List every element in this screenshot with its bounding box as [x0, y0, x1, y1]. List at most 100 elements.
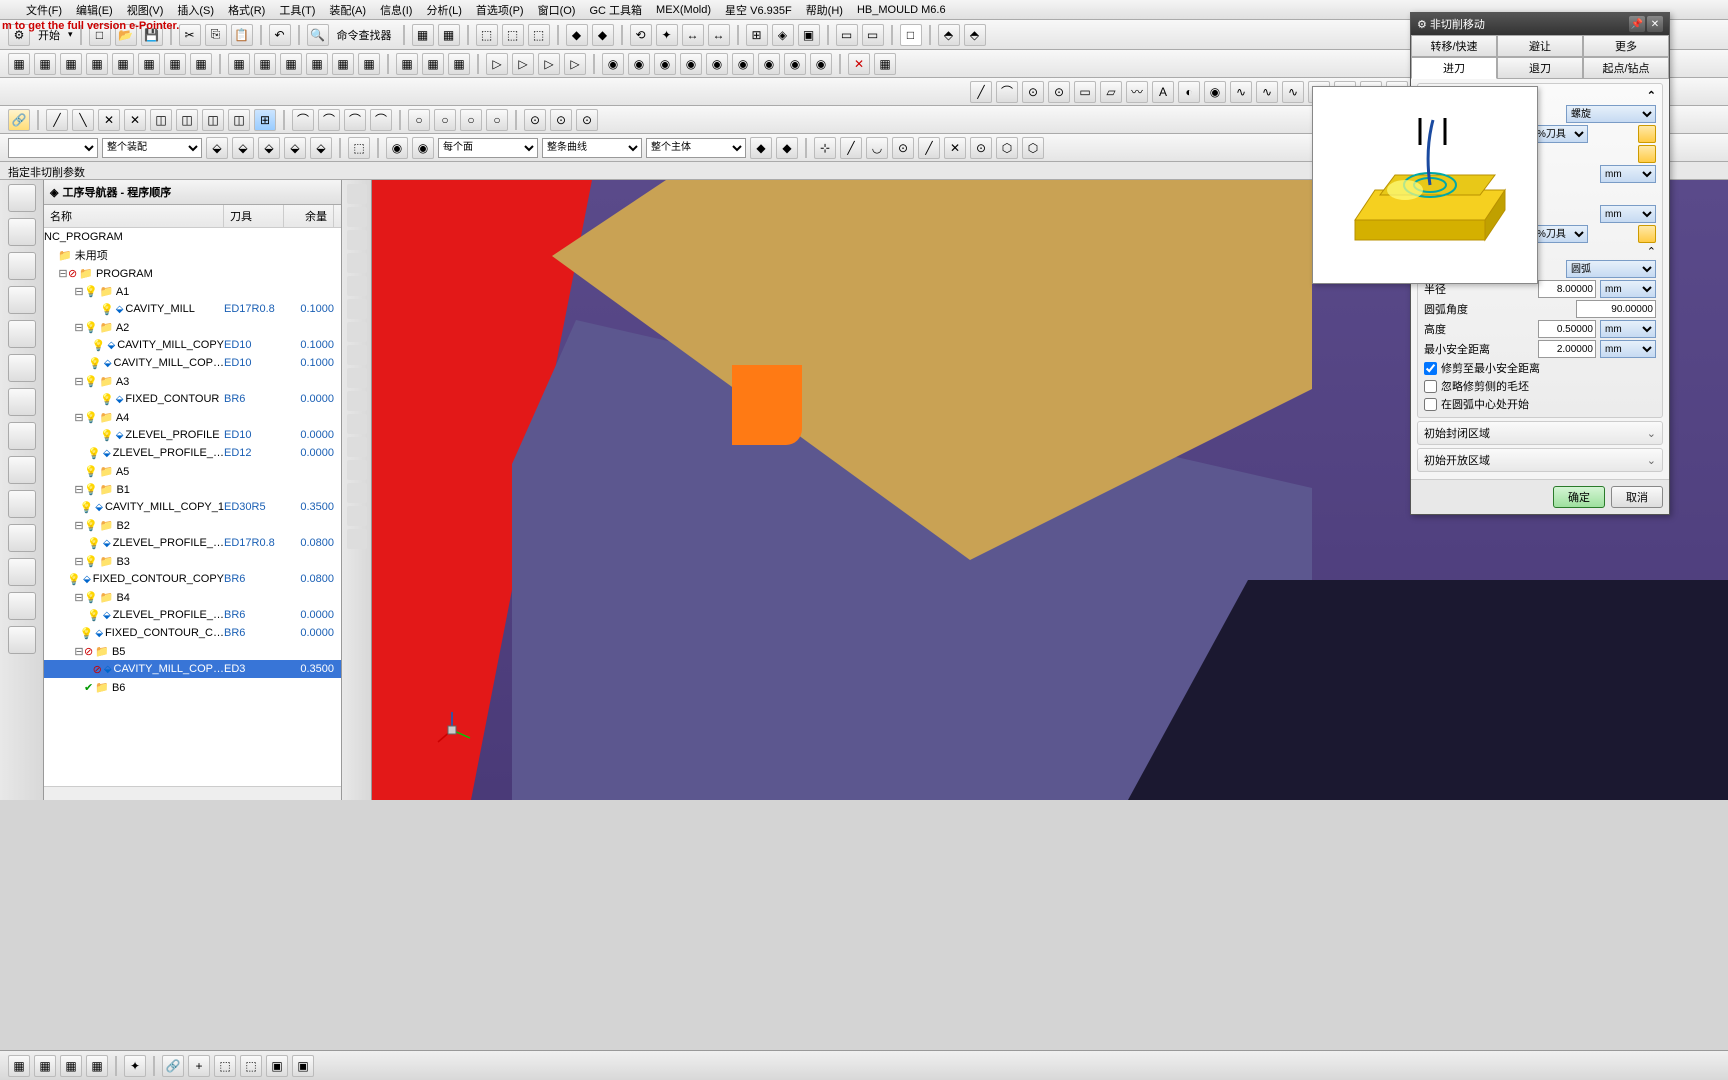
r5-12[interactable]: ╱	[840, 137, 862, 159]
dd-face[interactable]: 每个面	[438, 138, 538, 158]
r4-7[interactable]: ◫	[202, 109, 224, 131]
r2-1[interactable]: ▦	[8, 53, 30, 75]
dd-blank[interactable]	[8, 138, 98, 158]
r2-18[interactable]: ▷	[486, 53, 508, 75]
tab-engage[interactable]: 进刀	[1411, 57, 1497, 79]
tb-d1[interactable]: ⟲	[630, 24, 652, 46]
menu-mex[interactable]: MEX(Mold)	[650, 2, 717, 18]
r2-11[interactable]: ▦	[280, 53, 302, 75]
r4-16[interactable]: ○	[460, 109, 482, 131]
chk-trim[interactable]	[1424, 362, 1437, 375]
r5-18[interactable]: ⬡	[996, 137, 1018, 159]
nav-tree[interactable]: NC_PROGRAM📁 未用项⊟⊘📁 PROGRAM⊟💡📁 A1💡⬙CAVITY…	[44, 228, 341, 786]
ms-1[interactable]	[347, 184, 367, 204]
r5-11[interactable]: ⊹	[814, 137, 836, 159]
rb-6[interactable]	[8, 354, 36, 382]
dd-curve[interactable]: 整条曲线	[542, 138, 642, 158]
r4-3[interactable]: ✕	[98, 109, 120, 131]
tb-c2[interactable]: ◆	[592, 24, 614, 46]
r4-4[interactable]: ✕	[124, 109, 146, 131]
tree-root[interactable]: NC_PROGRAM	[44, 228, 341, 246]
tb-f1[interactable]: ▭	[836, 24, 858, 46]
r4-14[interactable]: ○	[408, 109, 430, 131]
tb-b2[interactable]: ⬚	[502, 24, 524, 46]
rb-1[interactable]	[8, 184, 36, 212]
r3-3[interactable]: ⊙	[1022, 81, 1044, 103]
dialog-titlebar[interactable]: ⚙ 非切削移动 📌✕	[1411, 13, 1669, 35]
tb-b3[interactable]: ⬚	[528, 24, 550, 46]
r4-1[interactable]: ╱	[46, 109, 68, 131]
r5-5[interactable]: ⬙	[310, 137, 332, 159]
inp-arcangle[interactable]	[1576, 300, 1656, 318]
r4-13[interactable]: ⌒	[370, 109, 392, 131]
unit-pct1[interactable]: %刀具	[1532, 125, 1588, 143]
cancel-button[interactable]: 取消	[1611, 486, 1663, 508]
rb-5[interactable]	[8, 320, 36, 348]
ms-10[interactable]	[347, 391, 367, 411]
tab-retract[interactable]: 退刀	[1497, 57, 1583, 79]
unit-mm3[interactable]: mm	[1600, 280, 1656, 298]
rb-7[interactable]	[8, 388, 36, 416]
r2-9[interactable]: ▦	[228, 53, 250, 75]
menu-assembly[interactable]: 装配(A)	[323, 0, 372, 20]
unit-mm4[interactable]: mm	[1600, 320, 1656, 338]
tb-f2[interactable]: ▭	[862, 24, 884, 46]
r4-11[interactable]: ⌒	[318, 109, 340, 131]
r5-4[interactable]: ⬙	[284, 137, 306, 159]
r4-20[interactable]: ⊙	[576, 109, 598, 131]
tree-row[interactable]: 💡⬙FIXED_CONTOUR_COPYBR60.0800	[44, 570, 341, 588]
r4-2[interactable]: ╲	[72, 109, 94, 131]
r5-3[interactable]: ⬙	[258, 137, 280, 159]
r4-8[interactable]: ◫	[228, 109, 250, 131]
tree-row[interactable]: 💡📁 A5	[44, 462, 341, 480]
chevron-up-icon2[interactable]: ⌃	[1647, 246, 1656, 258]
tb-e3[interactable]: ▣	[798, 24, 820, 46]
r5-9[interactable]: ◆	[750, 137, 772, 159]
nav-hscroll[interactable]	[44, 786, 341, 800]
dialog-close[interactable]: ✕	[1647, 16, 1663, 32]
r2-23[interactable]: ◉	[628, 53, 650, 75]
ms-12[interactable]	[347, 437, 367, 457]
r2-31[interactable]: ✕	[848, 53, 870, 75]
tree-row[interactable]: ⊟💡📁 A1	[44, 282, 341, 300]
ms-9[interactable]	[347, 368, 367, 388]
menu-hbmould[interactable]: HB_MOULD M6.6	[851, 2, 952, 18]
calc-icon3[interactable]	[1638, 225, 1656, 243]
ms-5[interactable]	[347, 276, 367, 296]
tree-row[interactable]: ⊟💡📁 B3	[44, 552, 341, 570]
bb-5[interactable]: ✦	[124, 1055, 146, 1077]
rb-11[interactable]	[8, 524, 36, 552]
rb-9[interactable]	[8, 456, 36, 484]
menu-format[interactable]: 格式(R)	[222, 0, 271, 20]
tb-undo[interactable]: ↶	[269, 24, 291, 46]
r3-1[interactable]: ╱	[970, 81, 992, 103]
r3-2[interactable]: ⌒	[996, 81, 1018, 103]
r2-7[interactable]: ▦	[164, 53, 186, 75]
menu-view[interactable]: 视图(V)	[121, 0, 170, 20]
r2-5[interactable]: ▦	[112, 53, 134, 75]
tb-c1[interactable]: ◆	[566, 24, 588, 46]
r2-32[interactable]: ▦	[874, 53, 896, 75]
inp-height[interactable]	[1538, 320, 1596, 338]
dd-body[interactable]: 整个主体	[646, 138, 746, 158]
r4-6[interactable]: ◫	[176, 109, 198, 131]
tree-row[interactable]: 💡⬙CAVITY_MILL_COP…ED100.1000	[44, 354, 341, 372]
engage-type-select[interactable]: 螺旋	[1566, 105, 1656, 123]
menu-info[interactable]: 信息(I)	[374, 0, 418, 20]
tree-row[interactable]: 💡⬙CAVITY_MILLED17R0.80.1000	[44, 300, 341, 318]
tb-h2[interactable]: ⬘	[964, 24, 986, 46]
bb-8[interactable]: ⬚	[214, 1055, 236, 1077]
tree-row[interactable]: ⊟💡📁 B4	[44, 588, 341, 606]
r3-6[interactable]: ▱	[1100, 81, 1122, 103]
menu-prefs[interactable]: 首选项(P)	[470, 0, 530, 20]
r2-24[interactable]: ◉	[654, 53, 676, 75]
initial-closed-expand[interactable]: 初始封闭区域⌄	[1417, 421, 1663, 445]
r2-4[interactable]: ▦	[86, 53, 108, 75]
inp-radius[interactable]	[1538, 280, 1596, 298]
rb-10[interactable]	[8, 490, 36, 518]
menu-help[interactable]: 帮助(H)	[800, 0, 849, 20]
tb-a2[interactable]: ▦	[438, 24, 460, 46]
r4-9[interactable]: ⊞	[254, 109, 276, 131]
tb-a1[interactable]: ▦	[412, 24, 434, 46]
unit-mm5[interactable]: mm	[1600, 340, 1656, 358]
